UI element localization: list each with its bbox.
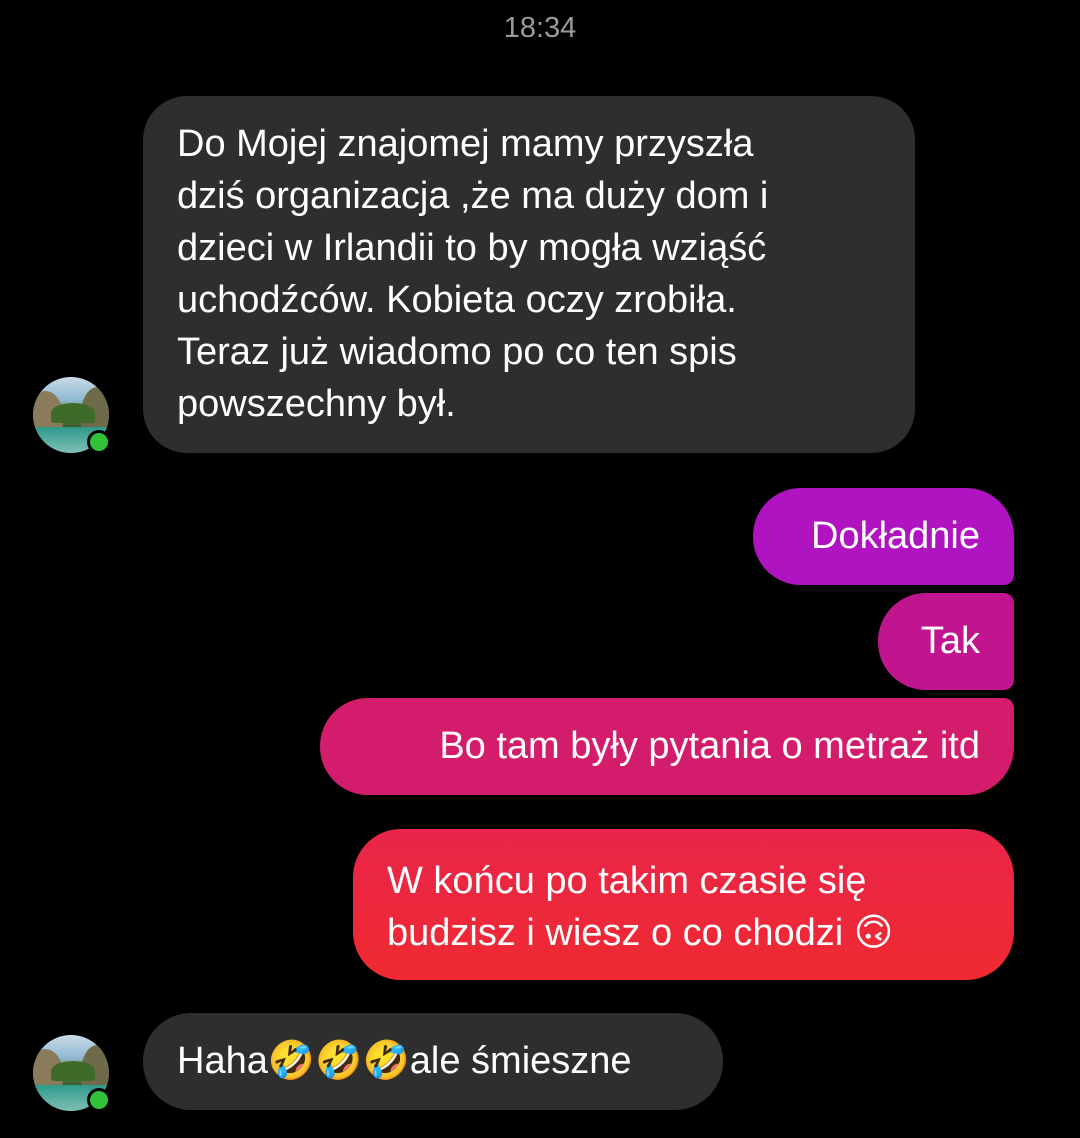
avatar-photo-detail (51, 1061, 95, 1081)
outgoing-message-bubble[interactable]: W końcu po takim czasie się budzisz i wi… (353, 829, 1014, 980)
avatar-photo-detail (51, 403, 95, 423)
message-line: powszechny był. (177, 383, 456, 425)
outgoing-message-bubble[interactable]: Bo tam były pytania o metraż itd (320, 698, 1014, 795)
message-text: Bo tam były pytania o metraż itd (439, 725, 980, 767)
message-timestamp: 18:34 (503, 12, 577, 44)
message-line: dzieci w Irlandii to by mogła wziąść (177, 227, 767, 269)
outgoing-message-bubble[interactable]: Tak (878, 593, 1014, 690)
online-status-dot (87, 1088, 111, 1112)
message-line: Teraz już wiadomo po co ten spis (177, 331, 737, 373)
online-status-dot (87, 430, 111, 454)
message-line: Do Mojej znajomej mamy przyszła (177, 123, 754, 165)
message-line: dziś organizacja ,że ma duży dom i (177, 175, 769, 217)
message-text: Dokładnie (811, 515, 980, 557)
message-line: W końcu po takim czasie się (387, 860, 867, 902)
message-line: budzisz i wiesz o co chodzi 🙃 (387, 912, 894, 954)
outgoing-message-bubble[interactable]: Dokładnie (753, 488, 1014, 585)
incoming-message-bubble[interactable]: Do Mojej znajomej mamy przyszła dziś org… (143, 96, 915, 453)
message-line: uchodźców. Kobieta oczy zrobiła. (177, 279, 737, 321)
incoming-message-bubble[interactable]: Haha🤣🤣🤣ale śmieszne (143, 1013, 723, 1110)
message-text: Tak (920, 620, 980, 662)
message-text: Haha🤣🤣🤣ale śmieszne (177, 1040, 632, 1082)
